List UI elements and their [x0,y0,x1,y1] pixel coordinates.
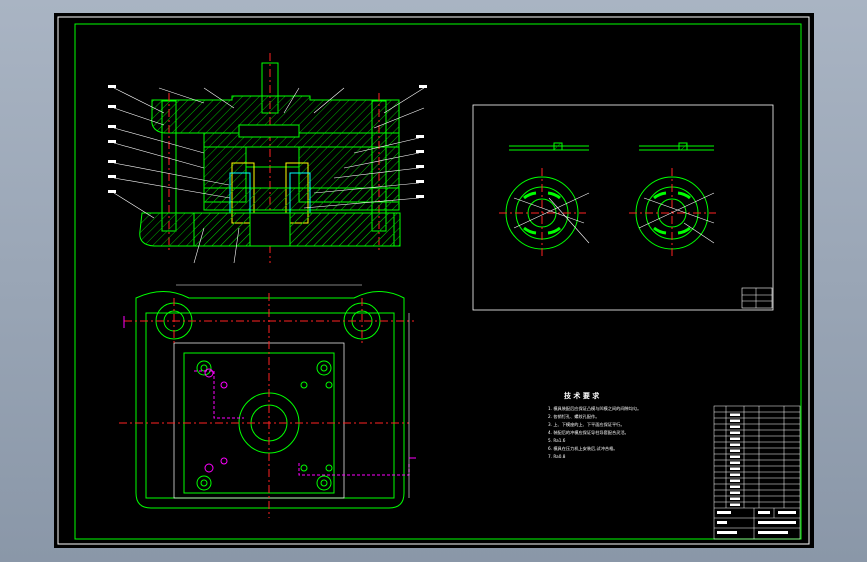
bom-cell-mark [730,479,740,482]
notes-line: 5. Ra1.6 [548,438,566,443]
technical-notes: 技 术 要 求 1. 模具装配后应保证凸模与凹模之间的间隙均匀。 2. 各销钉孔… [548,391,641,459]
drawing-canvas: 技 术 要 求 1. 模具装配后应保证凸模与凹模之间的间隙均匀。 2. 各销钉孔… [57,16,810,545]
notes-line: 6. 模具在压力机上安装后,试冲合格。 [548,445,617,452]
notes-line: 3. 上、下模座的上、下平面应保证平行。 [548,421,625,428]
bom-cell-mark [730,485,740,488]
cad-viewport[interactable]: 技 术 要 求 1. 模具装配后应保证凸模与凹模之间的间隙均匀。 2. 各销钉孔… [54,13,814,548]
title-block [713,405,801,540]
plan-view [119,284,416,518]
outer-frame [57,16,810,545]
notes-line: 1. 模具装配后应保证凸模与凹模之间的间隙均匀。 [548,405,641,412]
bom-cell-mark [730,443,740,446]
part-detail [472,104,774,311]
bom-cell-mark [730,437,740,440]
bom-cell-mark [730,461,740,464]
notes-line: 7. Ra0.8 [548,454,566,459]
bom-cell-mark [730,491,740,494]
notes-heading: 技 术 要 求 [564,391,600,400]
bom-cell-mark [730,503,740,506]
bom-cell-mark [730,419,740,422]
section-view [108,53,427,264]
bom-cell-mark [730,413,740,416]
bom-cell-mark [730,449,740,452]
bom-cell-mark [730,473,740,476]
notes-line: 4. 装配后的冲模应保证导柱导套配合灵活。 [548,429,629,436]
bom-cell-mark [730,497,740,500]
bom-cell-mark [730,455,740,458]
bom-cell-mark [730,425,740,428]
bom-cell-mark [730,431,740,434]
bom-cell-mark [730,467,740,470]
notes-line: 2. 各销钉孔、螺纹孔配作。 [548,413,599,420]
